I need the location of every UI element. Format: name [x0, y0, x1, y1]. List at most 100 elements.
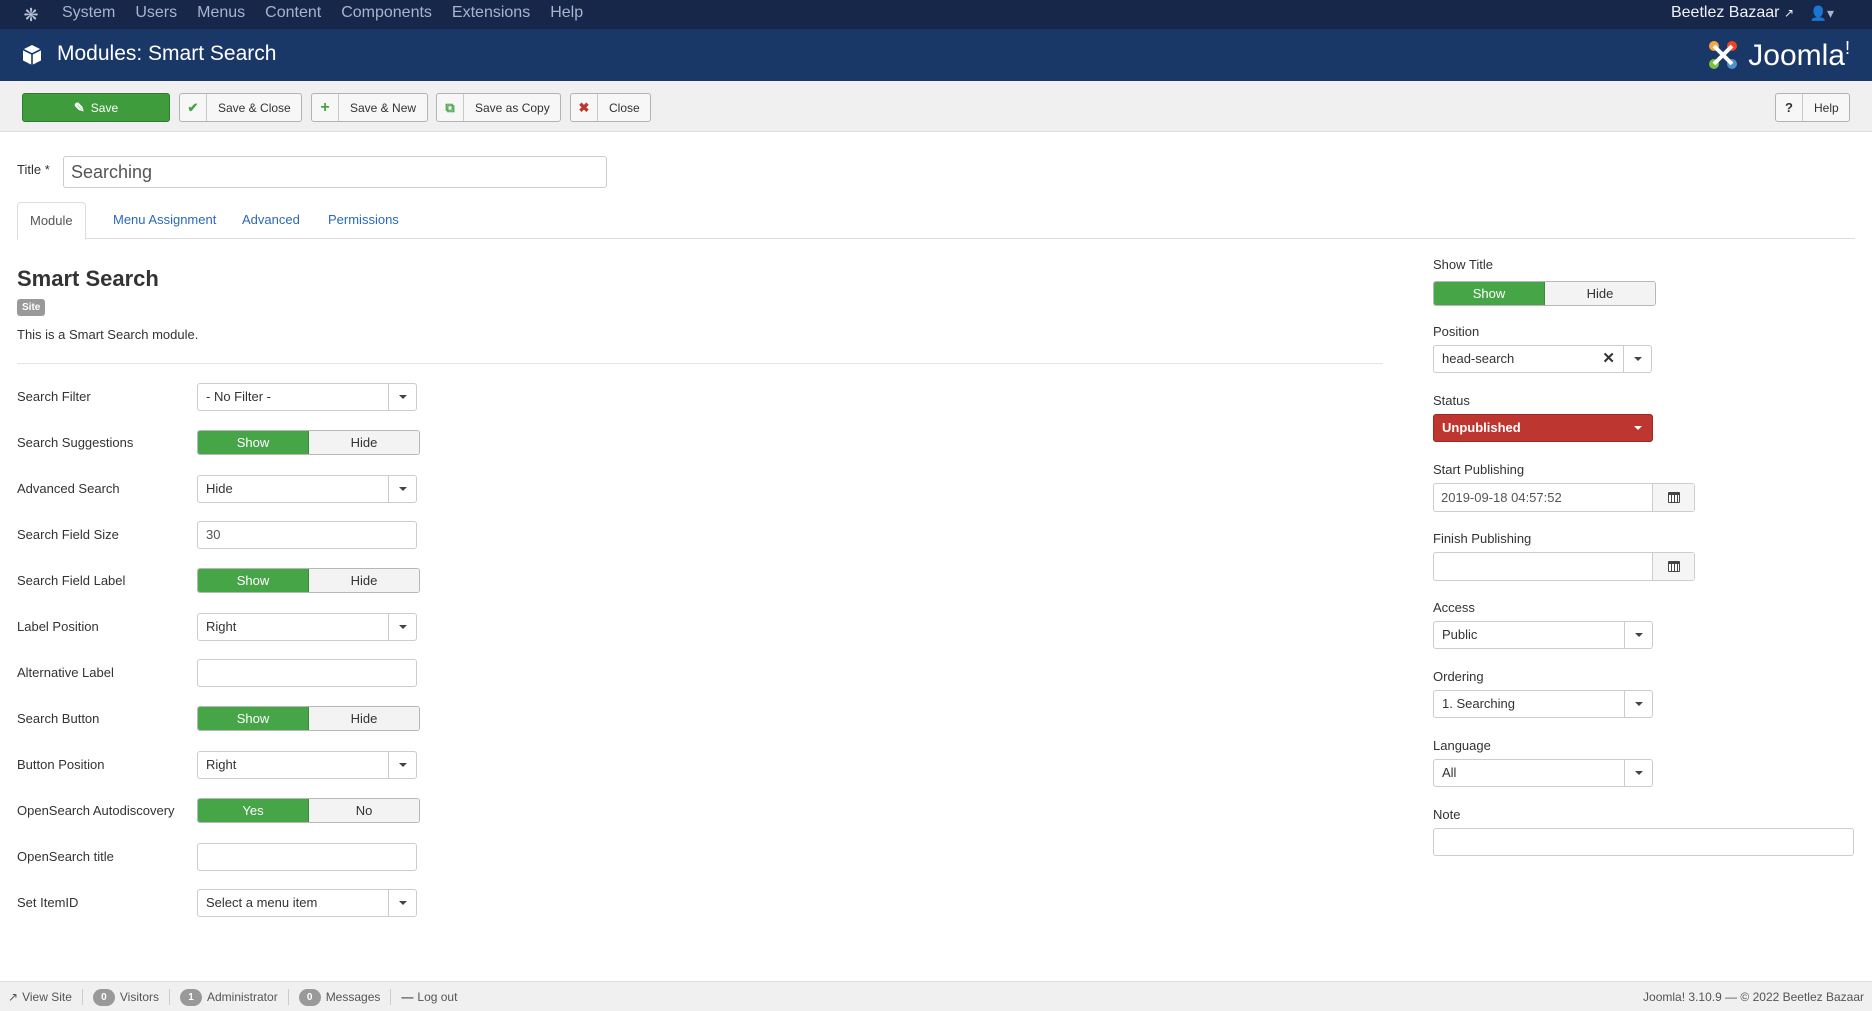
menu-help[interactable]: Help — [550, 0, 583, 29]
clear-icon[interactable]: ✕ — [1602, 346, 1615, 372]
opensearch-autodiscovery-yes[interactable]: Yes — [198, 799, 309, 822]
access-label: Access — [1433, 600, 1475, 615]
calendar-icon[interactable] — [1652, 484, 1694, 511]
status-bar: ↗ View Site 0 Visitors 1 Administrator 0… — [0, 981, 1872, 1011]
save-new-button[interactable]: + Save & New — [311, 93, 428, 122]
button-position-select[interactable]: Right — [197, 751, 417, 779]
start-publishing-input[interactable]: 2019-09-18 04:57:52 — [1433, 483, 1695, 512]
button-position-label: Button Position — [17, 757, 105, 772]
opensearch-title-label: OpenSearch title — [17, 849, 114, 864]
search-filter-select[interactable]: - No Filter - — [197, 383, 417, 411]
search-field-label-show[interactable]: Show — [198, 569, 309, 592]
copy-icon: ⧉ — [437, 94, 464, 121]
search-button-show[interactable]: Show — [198, 707, 309, 730]
search-suggestions-show[interactable]: Show — [198, 431, 309, 454]
close-circle-icon: ✖ — [571, 94, 598, 121]
chevron-down-icon — [388, 890, 416, 916]
module-title: Smart Search — [17, 266, 159, 291]
messages-link[interactable]: 0 Messages — [298, 988, 392, 1006]
page-header: Modules: Smart Search Joomla! — [0, 29, 1872, 81]
menu-components[interactable]: Components — [341, 0, 432, 29]
note-input[interactable] — [1433, 828, 1854, 856]
tab-menu-assignment[interactable]: Menu Assignment — [101, 202, 228, 239]
tab-advanced[interactable]: Advanced — [230, 202, 312, 239]
view-site-link[interactable]: ↗ View Site — [8, 989, 83, 1005]
language-label: Language — [1433, 738, 1491, 753]
menu-extensions[interactable]: Extensions — [452, 0, 530, 29]
help-button[interactable]: ? Help — [1775, 93, 1850, 122]
visitors-link[interactable]: 0 Visitors — [92, 988, 170, 1006]
top-nav-bar: ❋ System Users Menus Content Components … — [0, 0, 1872, 29]
logout-link[interactable]: — Log out — [401, 989, 467, 1005]
save-close-button[interactable]: ✔ Save & Close — [179, 93, 302, 122]
administrator-link[interactable]: 1 Administrator — [180, 988, 289, 1006]
menu-users[interactable]: Users — [135, 0, 177, 29]
joomla-menu-icon[interactable]: ❋ — [20, 4, 42, 26]
opensearch-title-input[interactable] — [197, 843, 417, 871]
menu-system[interactable]: System — [62, 0, 115, 29]
ordering-label: Ordering — [1433, 669, 1484, 684]
show-title-hide[interactable]: Hide — [1545, 282, 1655, 305]
set-itemid-select[interactable]: Select a menu item — [197, 889, 417, 917]
language-select[interactable]: All — [1433, 759, 1653, 787]
tab-permissions[interactable]: Permissions — [316, 202, 411, 239]
label-position-label: Label Position — [17, 619, 99, 634]
search-field-label-toggle: Show Hide — [197, 568, 420, 593]
show-title-show[interactable]: Show — [1434, 282, 1545, 305]
chevron-down-icon — [1624, 415, 1652, 441]
search-button-hide[interactable]: Hide — [309, 707, 419, 730]
access-select[interactable]: Public — [1433, 621, 1653, 649]
user-icon: 👤▾ — [1809, 5, 1834, 21]
search-field-label-hide[interactable]: Hide — [309, 569, 419, 592]
close-button[interactable]: ✖ Close — [570, 93, 651, 122]
site-badge: Site — [17, 299, 46, 316]
toolbar: ✎ Save ✔ Save & Close + Save & New ⧉ Sav… — [0, 81, 1872, 132]
module-description: This is a Smart Search module. — [17, 327, 199, 342]
title-input[interactable]: Searching — [63, 156, 607, 188]
copyright-text: Joomla! 3.10.9 — © 2022 Beetlez Bazaar — [1643, 990, 1864, 1004]
menu-menus[interactable]: Menus — [197, 0, 245, 29]
advanced-search-select[interactable]: Hide — [197, 475, 417, 503]
search-field-size-input[interactable]: 30 — [197, 521, 417, 549]
position-select[interactable]: head-search ✕ — [1433, 345, 1652, 373]
page-title: Modules: Smart Search — [57, 42, 277, 65]
menu-content[interactable]: Content — [265, 0, 321, 29]
set-itemid-label: Set ItemID — [17, 895, 79, 910]
save-button[interactable]: ✎ Save — [22, 93, 170, 122]
search-button-toggle: Show Hide — [197, 706, 420, 731]
chevron-down-icon — [1624, 622, 1652, 648]
user-menu[interactable]: 👤▾ — [1810, 0, 1834, 26]
site-link[interactable]: Beetlez Bazaar ↗ — [1671, 0, 1794, 26]
finish-publishing-input[interactable] — [1433, 552, 1695, 581]
show-title-label: Show Title — [1433, 257, 1493, 272]
chevron-down-icon — [1624, 760, 1652, 786]
messages-count: 0 — [298, 988, 321, 1006]
search-field-label-label: Search Field Label — [17, 573, 126, 588]
search-suggestions-hide[interactable]: Hide — [309, 431, 419, 454]
joomla-logo-icon — [1709, 41, 1738, 69]
ordering-select[interactable]: 1. Searching — [1433, 690, 1653, 718]
question-icon: ? — [1776, 94, 1803, 121]
divider — [17, 363, 1383, 364]
save-as-copy-button[interactable]: ⧉ Save as Copy — [436, 93, 561, 122]
search-field-size-label: Search Field Size — [17, 527, 119, 542]
advanced-search-label: Advanced Search — [17, 481, 120, 496]
visitors-count: 0 — [92, 988, 115, 1006]
edit-icon: ✎ — [73, 99, 85, 115]
opensearch-autodiscovery-no[interactable]: No — [309, 799, 419, 822]
main-menu: System Users Menus Content Components Ex… — [62, 0, 603, 29]
opensearch-autodiscovery-toggle: Yes No — [197, 798, 420, 823]
show-title-toggle: Show Hide — [1433, 281, 1656, 306]
calendar-icon[interactable] — [1652, 553, 1694, 580]
label-position-select[interactable]: Right — [197, 613, 417, 641]
chevron-down-icon — [1624, 691, 1652, 717]
finish-publishing-label: Finish Publishing — [1433, 531, 1532, 546]
chevron-down-icon — [388, 752, 416, 778]
search-suggestions-toggle: Show Hide — [197, 430, 420, 455]
status-select[interactable]: Unpublished — [1433, 414, 1653, 442]
external-link-icon: ↗ — [1783, 6, 1794, 20]
alternative-label-input[interactable] — [197, 659, 417, 687]
chevron-down-icon — [388, 476, 416, 502]
tab-module[interactable]: Module — [17, 202, 86, 240]
position-label: Position — [1433, 324, 1480, 339]
